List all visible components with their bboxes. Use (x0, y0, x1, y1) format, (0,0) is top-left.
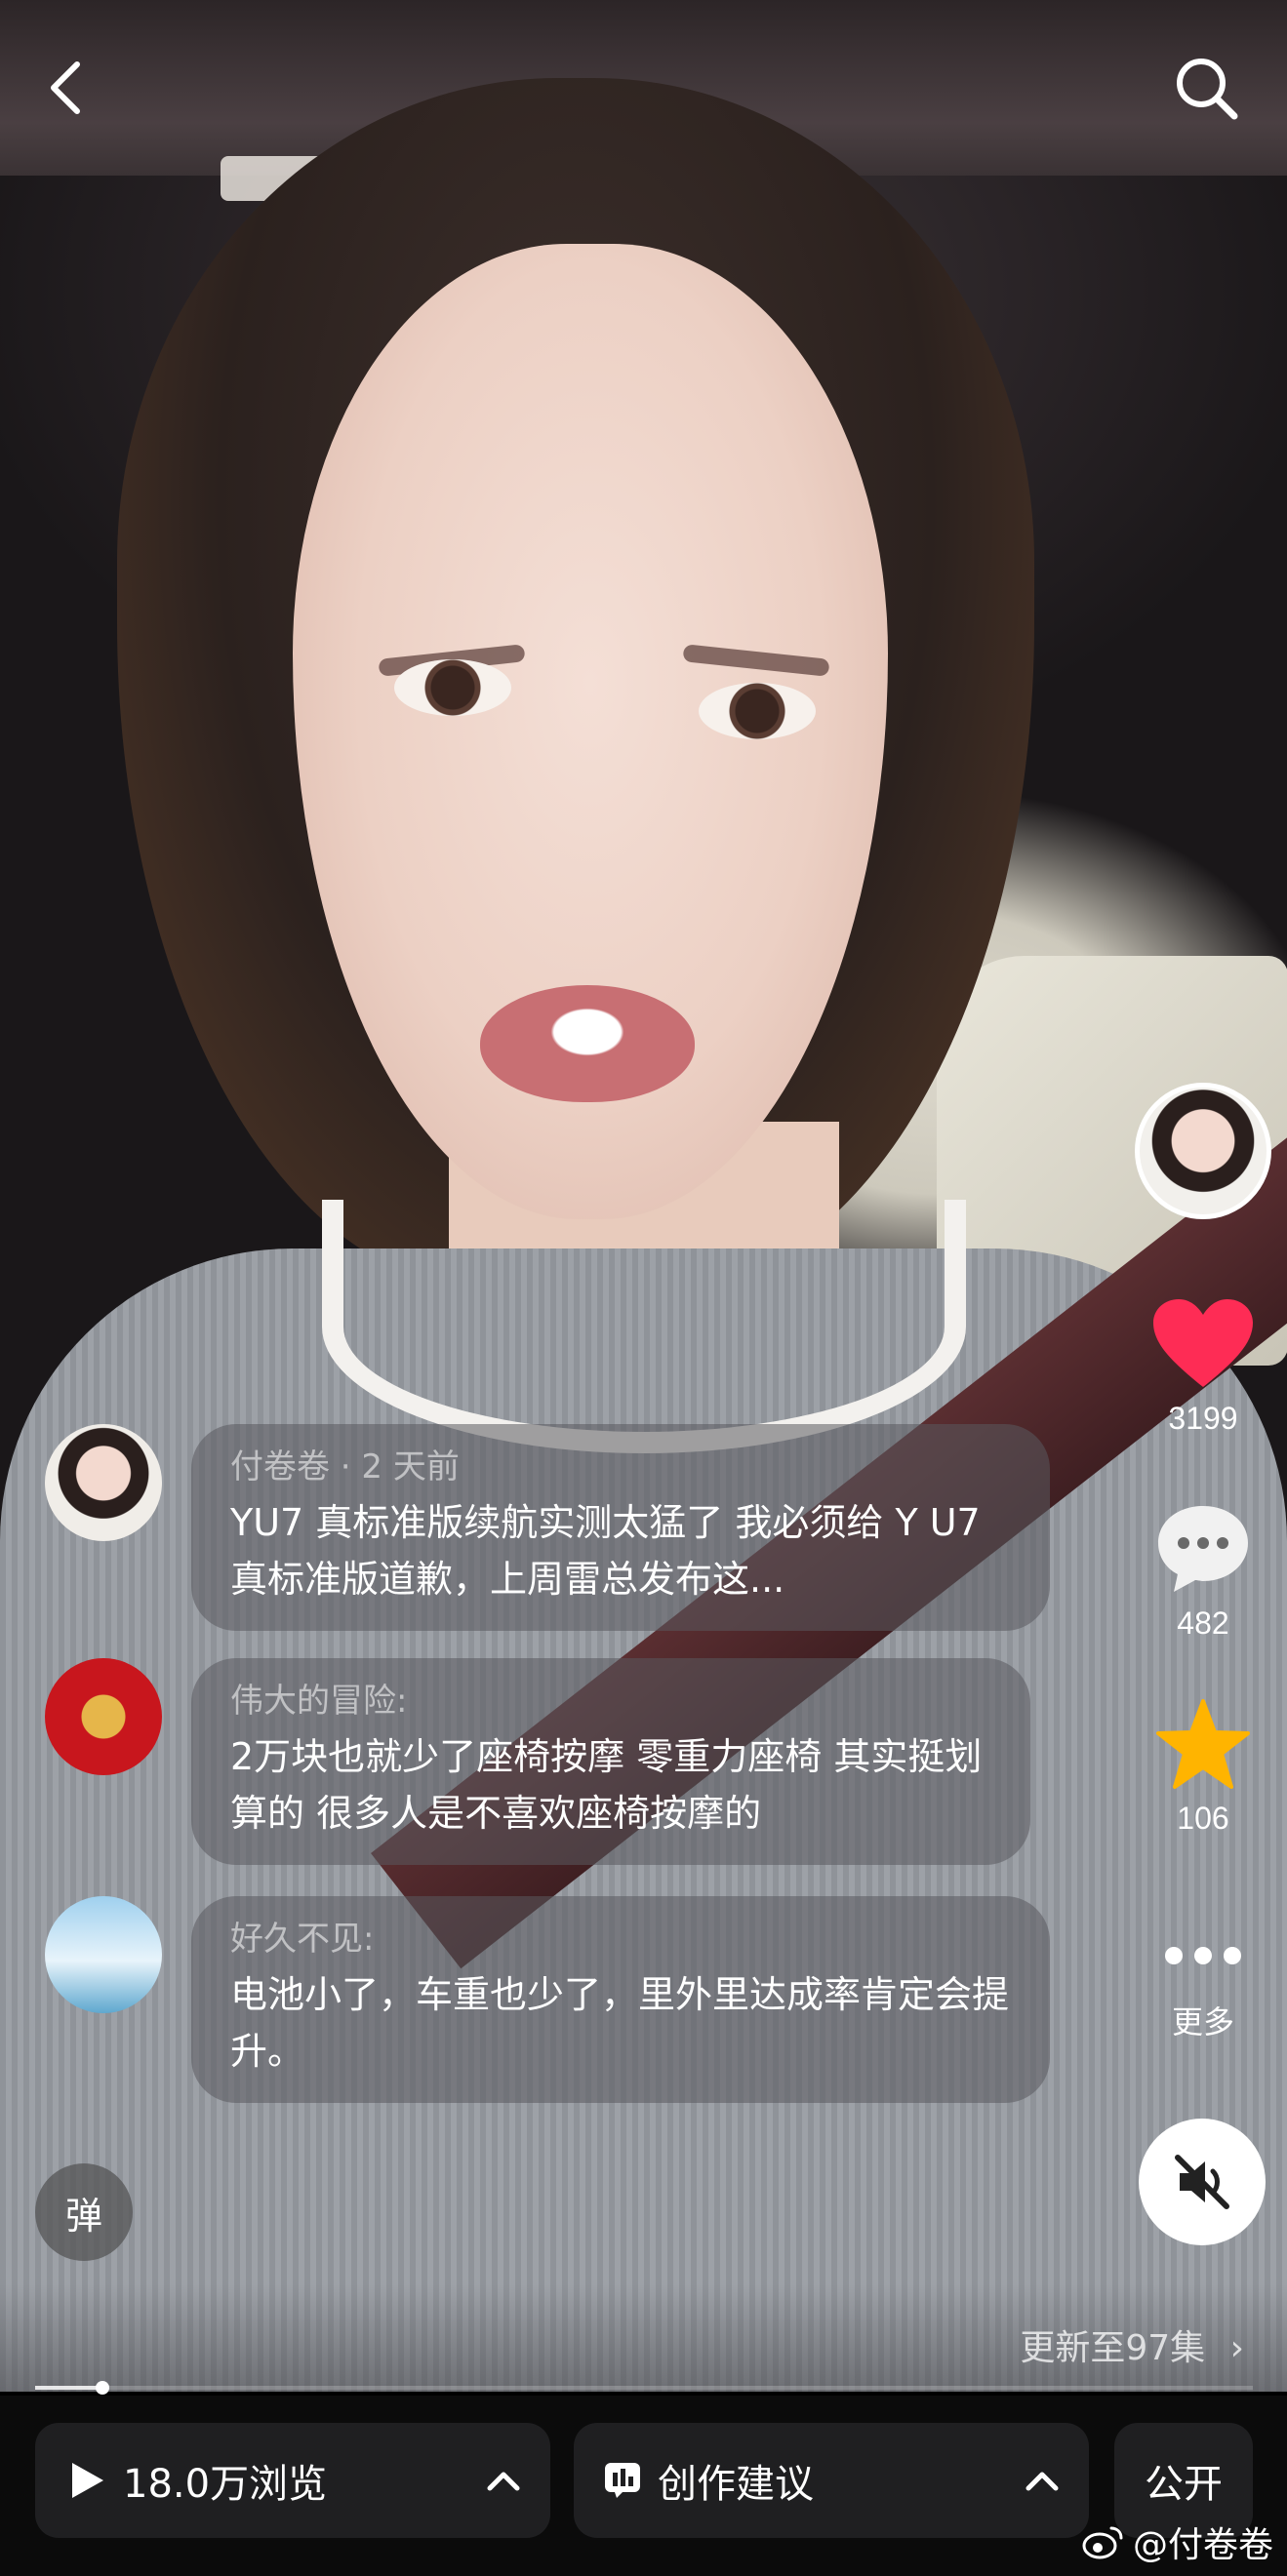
chevron-left-icon (51, 61, 80, 114)
weibo-watermark: @付卷卷 (1082, 2517, 1273, 2567)
speaker-muted-icon (1175, 2155, 1229, 2209)
commenter-avatar[interactable] (45, 1658, 162, 1775)
comment-bubble: 付卷卷 · 2 天前 YU7 真标准版续航实测太猛了 我必须给 Y U7 真标准… (191, 1424, 1050, 1631)
comment-text: YU7 真标准版续航实测太猛了 我必须给 Y U7 真标准版道歉，上周雷总发布这… (230, 1501, 981, 1601)
views-button[interactable]: 18.0万浏览 (35, 2423, 550, 2538)
like-count: 3199 (1168, 1401, 1238, 1436)
like-button[interactable]: 3199 (1132, 1297, 1274, 1437)
episode-label: 更新至97集 (1020, 2328, 1206, 2368)
comment-bubble: 伟大的冒险: 2万块也就少了座椅按摩 零重力座椅 其实挺划算的 很多人是不喜欢座… (191, 1658, 1030, 1865)
comment-text: 电池小了，车重也少了，里外里达成率肯定会提升。 (230, 1973, 1010, 2073)
watermark-text: @付卷卷 (1132, 2525, 1273, 2565)
person-eye-left (394, 659, 511, 716)
progress-fill (35, 2386, 102, 2390)
more-dots-icon (1165, 1947, 1241, 1964)
star-icon (1156, 1699, 1250, 1789)
publish-label: 公开 (1145, 2462, 1223, 2507)
chevron-up-icon (487, 2472, 520, 2491)
search-button[interactable] (1167, 49, 1245, 127)
play-icon (72, 2463, 103, 2498)
episode-link[interactable]: 更新至97集 › (1020, 2319, 1244, 2370)
commenter-name: 付卷卷 · 2 天前 (230, 1447, 460, 1486)
progress-track[interactable] (35, 2386, 1253, 2390)
commenter-avatar[interactable] (45, 1424, 162, 1541)
video-screen: 3199 482 106 更多 付卷卷 · 2 天前 YU7 真标准版续航实测太… (0, 0, 1287, 2576)
comment-bubble-icon (1158, 1506, 1248, 1592)
author-avatar[interactable] (1135, 1083, 1271, 1219)
person-eye-right (699, 683, 816, 739)
person-mouth (480, 985, 695, 1102)
back-button[interactable] (27, 49, 105, 127)
creation-suggestion-button[interactable]: 创作建议 (574, 2423, 1089, 2538)
comment-button[interactable]: 482 (1132, 1502, 1274, 1642)
views-label: 18.0万浏览 (123, 2462, 328, 2507)
more-label: 更多 (1171, 2004, 1234, 2040)
person-collar (322, 1200, 966, 1453)
comment-bubble: 好久不见: 电池小了，车重也少了，里外里达成率肯定会提升。 (191, 1896, 1050, 2103)
commenter-name: 好久不见: (230, 1920, 375, 1959)
more-button[interactable]: 更多 (1132, 1941, 1274, 2042)
favorite-button[interactable]: 106 (1132, 1697, 1274, 1837)
danmaku-toggle-button[interactable]: 弹 (35, 2163, 133, 2261)
chevron-right-icon: › (1229, 2328, 1244, 2368)
comment-count: 482 (1177, 1605, 1229, 1641)
heart-icon (1153, 1299, 1253, 1387)
progress-knob[interactable] (96, 2381, 109, 2395)
search-icon (1177, 59, 1238, 120)
favorite-count: 106 (1177, 1801, 1229, 1836)
comment-text: 2万块也就少了座椅按摩 零重力座椅 其实挺划算的 很多人是不喜欢座椅按摩的 (230, 1735, 983, 1835)
chevron-up-icon (1026, 2472, 1059, 2491)
weibo-logo-icon (1082, 2526, 1123, 2559)
chart-card-icon (605, 2463, 640, 2498)
danmaku-toggle-label: 弹 (64, 2194, 102, 2238)
commenter-avatar[interactable] (45, 1896, 162, 2013)
creation-suggestion-label: 创作建议 (658, 2462, 814, 2507)
mute-button[interactable] (1139, 2119, 1266, 2245)
commenter-name: 伟大的冒险: (230, 1682, 408, 1721)
